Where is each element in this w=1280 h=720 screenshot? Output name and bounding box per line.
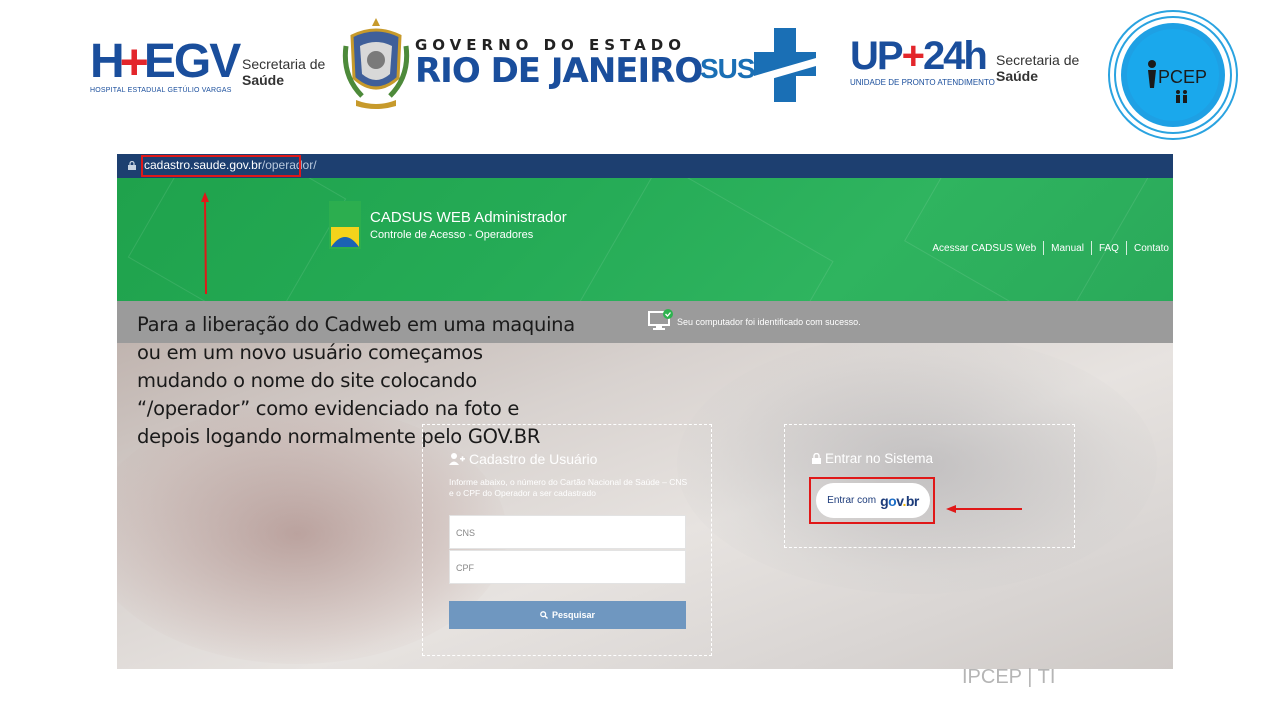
computer-check-icon bbox=[648, 309, 673, 330]
instruction-text: Para a liberação do Cadweb em uma maquin… bbox=[137, 311, 597, 451]
governo-line2: RIO DE JANEIRO bbox=[415, 51, 703, 91]
pesquisar-label: Pesquisar bbox=[551, 610, 596, 620]
hegv-mark-h: H bbox=[90, 35, 125, 88]
cadsus-header: CADSUS WEB Administrador Controle de Ace… bbox=[117, 178, 1173, 301]
nav-separator bbox=[1090, 241, 1092, 255]
entrar-com-label: Entrar com bbox=[827, 495, 877, 506]
url-highlight-box bbox=[141, 155, 301, 177]
instruction-line: “/operador” como evidenciado na foto e bbox=[137, 397, 520, 420]
login-panel: Entrar no Sistema Entrar com gov.br bbox=[784, 424, 1075, 548]
cns-placeholder: CNS bbox=[456, 528, 476, 538]
secretaria-line1: Secretaria de bbox=[242, 56, 326, 72]
nav-manual[interactable]: Manual bbox=[1051, 243, 1084, 254]
decorative-hexagon bbox=[560, 178, 834, 301]
instruction-line: mudando o nome do site colocando bbox=[137, 369, 477, 392]
nav-faq[interactable]: FAQ bbox=[1099, 243, 1119, 254]
cadastro-title: Cadastro de Usuário bbox=[449, 451, 597, 467]
hegv-logo: H + EGV HOSPITAL ESTADUAL GETÚLIO VARGAS bbox=[90, 34, 241, 96]
nav-contato[interactable]: Contato bbox=[1134, 243, 1169, 254]
logo-banner: H + EGV HOSPITAL ESTADUAL GETÚLIO VARGAS S… bbox=[90, 8, 1240, 140]
upa-main-up: UP bbox=[850, 34, 904, 78]
ipcep-logo-label: PCEP bbox=[1158, 67, 1207, 87]
upa-main-plus: + bbox=[901, 34, 925, 78]
search-icon bbox=[540, 611, 548, 619]
instruction-line: ou em um novo usuário começamos bbox=[137, 341, 483, 364]
governo-rj-logo: GOVERNO DO ESTADO RIO DE JANEIRO bbox=[415, 36, 703, 91]
hegv-mark-egv: EGV bbox=[143, 35, 241, 88]
decorative-hexagon bbox=[127, 178, 347, 301]
lock-icon bbox=[128, 161, 136, 170]
sus-label: SUS bbox=[700, 53, 756, 84]
nav-separator bbox=[1043, 241, 1045, 255]
upa24h-logo: UP+24h UNIDADE DE PRONTO ATENDIMENTO bbox=[850, 36, 995, 87]
upa-subtitle: UNIDADE DE PRONTO ATENDIMENTO bbox=[850, 78, 995, 87]
govbr-letter: g bbox=[880, 492, 889, 509]
cns-input[interactable]: CNS bbox=[449, 515, 686, 549]
instruction-line: depois logando normalmente pelo GOV.BR bbox=[137, 425, 541, 448]
decorative-hexagon bbox=[904, 178, 1150, 301]
secretaria-saude-text-1: Secretaria de Saúde bbox=[242, 56, 325, 88]
nav-separator bbox=[1125, 241, 1127, 255]
login-title: Entrar no Sistema bbox=[812, 451, 933, 466]
browser-address-bar[interactable]: cadastro.saude.gov.br/operador/ bbox=[117, 154, 1173, 178]
secretaria2-line2: Saúde bbox=[996, 68, 1039, 84]
cadastro-info: Informe abaixo, o número do Cartão Nacio… bbox=[449, 477, 688, 498]
cadsus-logo-icon bbox=[329, 201, 361, 249]
govbr-logo: gov.br bbox=[880, 493, 919, 509]
govbr-letter: r bbox=[913, 492, 919, 509]
add-user-icon bbox=[449, 453, 465, 465]
ipcep-logo-icon: PCEP bbox=[1108, 10, 1238, 140]
secretaria-line2: Saúde bbox=[242, 72, 285, 88]
status-message: Seu computador foi identificado com suce… bbox=[677, 317, 861, 327]
govbr-letter: o bbox=[888, 492, 897, 509]
pesquisar-button[interactable]: Pesquisar bbox=[449, 601, 686, 629]
govbr-letter: b bbox=[905, 492, 915, 509]
cadsus-nav: Acessar CADSUS Web Manual FAQ Contato bbox=[932, 241, 1169, 255]
entrar-govbr-button[interactable]: Entrar com gov.br bbox=[816, 483, 930, 518]
lock-icon bbox=[812, 453, 821, 464]
login-title-text: Entrar no Sistema bbox=[825, 451, 934, 466]
upa-main-24h: 24h bbox=[922, 34, 988, 78]
sus-cross-icon bbox=[754, 28, 816, 102]
cadastro-panel: Cadastro de Usuário Informe abaixo, o nú… bbox=[422, 424, 712, 656]
instruction-line: Para a liberação do Cadweb em uma maquin… bbox=[137, 313, 575, 336]
cpf-input[interactable]: CPF bbox=[449, 550, 686, 584]
rio-state-seal-icon bbox=[342, 18, 410, 109]
govbr-highlight-box: Entrar com gov.br bbox=[809, 477, 935, 524]
footer-text: IPCEP | TI bbox=[962, 666, 1056, 688]
hegv-mark-cross: + bbox=[119, 34, 149, 90]
secretaria2-line1: Secretaria de bbox=[996, 52, 1080, 68]
nav-acessar-cadsus-web[interactable]: Acessar CADSUS Web bbox=[932, 243, 1036, 254]
cadastro-title-text: Cadastro de Usuário bbox=[469, 451, 598, 467]
sus-logo: SUS bbox=[700, 28, 820, 108]
cadsus-subtitle: Controle de Acesso - Operadores bbox=[370, 229, 534, 241]
cpf-placeholder: CPF bbox=[456, 563, 474, 573]
cadsus-title: CADSUS WEB Administrador bbox=[370, 209, 567, 226]
secretaria-saude-text-2: Secretaria de Saúde bbox=[996, 52, 1079, 84]
hegv-subtitle: HOSPITAL ESTADUAL GETÚLIO VARGAS bbox=[90, 87, 232, 94]
